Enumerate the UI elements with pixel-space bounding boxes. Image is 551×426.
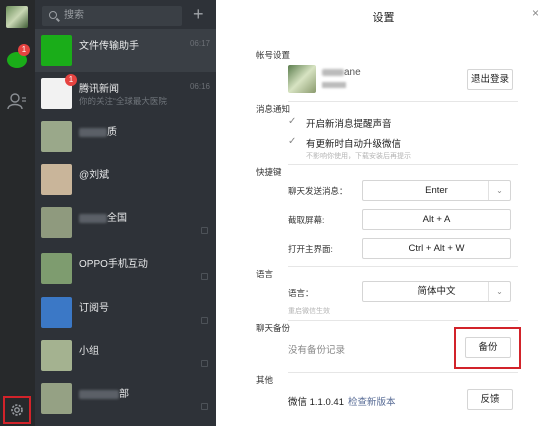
chat-unread-badge: 1 [18, 44, 30, 56]
chevron-down-icon: ⌄ [488, 181, 510, 200]
chat-list-item[interactable]: 全国 [35, 201, 216, 244]
chat-time: 06:17 [189, 39, 210, 48]
auto-update-hint: 不影响你使用，下载安装后再提示 [306, 153, 411, 160]
chevron-down-icon: ⌄ [488, 282, 510, 301]
chat-list-item[interactable]: 腾讯新闻 你的关注“全球最大医院 06:16 1 [35, 72, 216, 115]
account-section-label: 帐号设置 [256, 50, 291, 60]
divider [288, 320, 518, 321]
logout-button[interactable]: 退出登录 [467, 69, 513, 90]
chat-time: 06:16 [189, 82, 210, 91]
notifications-section-label: 消息通知 [256, 104, 291, 114]
version-row: 微信 1.1.0.41 检查新版本 [288, 394, 396, 408]
blurred-text [79, 389, 119, 399]
my-avatar[interactable] [6, 6, 28, 28]
account-id-blurred [322, 82, 346, 88]
divider [288, 101, 518, 102]
chat-name: 腾讯新闻 [79, 84, 119, 95]
account-avatar [288, 65, 316, 93]
backup-status-text: 没有备份记录 [288, 345, 346, 356]
chat-name: 部 [79, 385, 129, 400]
chat-list-item[interactable]: 小组 [35, 334, 216, 377]
other-section-label: 其他 [256, 375, 274, 385]
mute-icon [201, 273, 208, 280]
auto-update-checkbox-label: 有更新时自动升级微信 [306, 139, 402, 150]
chat-avatar [41, 207, 72, 238]
backup-section-label: 聊天备份 [256, 323, 291, 333]
open-main-shortcut-field[interactable]: Ctrl + Alt + W [362, 238, 511, 259]
settings-title: 设置 [372, 12, 395, 24]
mute-icon [201, 360, 208, 367]
chat-name: 文件传输助手 [79, 41, 139, 52]
auto-update-checkbox[interactable]: ✓ [288, 136, 299, 147]
chat-avatar [41, 35, 72, 66]
chat-name: @刘斌 [79, 170, 110, 181]
sound-checkbox-label: 开启新消息提醒声音 [306, 119, 392, 130]
backup-button[interactable]: 备份 [465, 337, 511, 358]
mute-icon [201, 317, 208, 324]
chat-preview: 你的关注“全球最大医院 [79, 96, 167, 106]
blurred-text [79, 213, 107, 223]
shortcuts-section-label: 快捷键 [256, 167, 282, 177]
chat-list-item[interactable]: 部 [35, 377, 216, 420]
feedback-button[interactable]: 反馈 [467, 389, 513, 410]
account-name: ane [322, 67, 361, 78]
chat-list-item[interactable]: @刘斌 [35, 158, 216, 201]
screenshot-shortcut-field[interactable]: Alt + A [362, 209, 511, 230]
language-section-label: 语言 [256, 269, 274, 279]
icon-rail: 1 [0, 0, 35, 426]
check-update-link[interactable]: 检查新版本 [348, 397, 396, 408]
divider [288, 164, 518, 165]
chat-avatar [41, 253, 72, 284]
chat-avatar [41, 340, 72, 371]
chat-name: 订阅号 [79, 303, 109, 314]
sound-checkbox[interactable]: ✓ [288, 116, 299, 127]
chat-list-item[interactable]: OPPO手机互动 [35, 247, 216, 290]
screenshot-shortcut-label: 截取屏幕: [288, 215, 325, 225]
contacts-icon[interactable] [7, 92, 27, 110]
chat-name: OPPO手机互动 [79, 259, 148, 270]
open-main-shortcut-label: 打开主界面: [288, 244, 333, 254]
close-icon[interactable]: × [532, 6, 539, 20]
language-select[interactable]: 简体中文 ⌄ [362, 281, 511, 302]
settings-button[interactable] [3, 396, 31, 424]
language-hint: 重启微信生效 [288, 308, 330, 315]
chat-avatar [41, 297, 72, 328]
mute-icon [201, 227, 208, 234]
gear-icon [11, 404, 23, 416]
add-button[interactable]: + [193, 4, 204, 24]
chat-list: 搜索 + 文件传输助手 06:17 腾讯新闻 你的关注“全球最大医院 06:16 1 质 @刘… [35, 0, 216, 426]
chat-avatar [41, 383, 72, 414]
blurred-text [79, 127, 107, 137]
chat-list-item[interactable]: 订阅号 [35, 291, 216, 334]
search-input[interactable]: 搜索 [42, 6, 182, 26]
divider [288, 266, 518, 267]
send-shortcut-label: 聊天发送消息： [288, 186, 348, 196]
chat-avatar [41, 121, 72, 152]
settings-pane: 设置 × 帐号设置 ane 退出登录 消息通知 ✓ 开启新消息提醒声音 ✓ 有更… [216, 0, 551, 426]
chat-avatar [41, 164, 72, 195]
chat-list-item[interactable]: 质 [35, 115, 216, 158]
divider [288, 372, 518, 373]
language-field-label: 语言： [288, 288, 314, 298]
chat-name: 质 [79, 123, 117, 138]
chat-name: 全国 [79, 209, 127, 224]
search-icon [49, 11, 57, 19]
chat-list-item[interactable]: 文件传输助手 06:17 [35, 29, 216, 72]
chat-name: 小组 [79, 346, 99, 357]
mute-icon [201, 403, 208, 410]
send-shortcut-select[interactable]: Enter ⌄ [362, 180, 511, 201]
unread-badge: 1 [65, 74, 77, 86]
version-text: 微信 1.1.0.41 [288, 397, 344, 408]
